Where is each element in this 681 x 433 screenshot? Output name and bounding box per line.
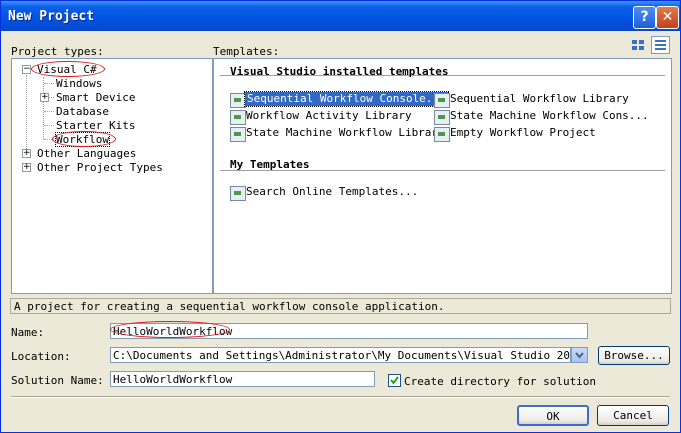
- search-online-icon: [230, 186, 246, 201]
- location-dropdown-button[interactable]: [571, 347, 588, 363]
- my-templates-heading: My Templates: [230, 158, 310, 171]
- annotation-circle-name: [110, 321, 230, 338]
- library-template-icon: [434, 93, 450, 108]
- tree-item-smart-device[interactable]: Smart Device: [56, 91, 135, 104]
- browse-button[interactable]: Browse...: [598, 346, 670, 365]
- installed-templates-heading: Visual Studio installed templates: [230, 65, 449, 78]
- title-bar: New Project ? ✕: [1, 1, 680, 31]
- chevron-down-icon: [575, 352, 584, 359]
- templates-list[interactable]: Visual Studio installed templates Sequen…: [213, 58, 672, 294]
- expand-other-languages-icon[interactable]: +: [22, 149, 31, 158]
- tree-item-other-project-types[interactable]: Other Project Types: [37, 161, 163, 174]
- large-icons-view-button[interactable]: [629, 37, 647, 53]
- project-types-label: Project types:: [11, 45, 104, 58]
- large-icons-view-icon: [632, 40, 644, 50]
- new-project-dialog: New Project ? ✕ Project types: Templates…: [0, 0, 681, 433]
- dialog-title: New Project: [8, 9, 95, 24]
- expand-other-project-types-icon[interactable]: +: [22, 163, 31, 172]
- tree-item-database[interactable]: Database: [56, 105, 109, 118]
- location-label: Location:: [11, 350, 71, 363]
- template-search-online[interactable]: Search Online Templates...: [246, 185, 418, 199]
- tree-item-other-languages[interactable]: Other Languages: [37, 147, 136, 160]
- name-label: Name:: [11, 326, 45, 339]
- template-workflow-activity-library[interactable]: Workflow Activity Library: [246, 109, 412, 123]
- collapse-visual-csharp-icon[interactable]: −: [22, 65, 31, 74]
- library-template-icon: [230, 127, 246, 142]
- create-directory-label[interactable]: Create directory for solution: [404, 375, 596, 388]
- tree-item-windows[interactable]: Windows: [56, 77, 102, 90]
- location-field[interactable]: C:\Documents and Settings\Administrator\…: [110, 347, 571, 363]
- checkmark-icon: [390, 376, 399, 385]
- template-empty-workflow-project[interactable]: Empty Workflow Project: [450, 126, 596, 140]
- project-types-tree[interactable]: − Visual C# Windows + Smart Device Datab…: [11, 58, 213, 294]
- annotation-circle-workflow: [52, 131, 116, 147]
- template-description: A project for creating a sequential work…: [10, 298, 671, 314]
- library-template-icon: [230, 110, 246, 125]
- ok-button[interactable]: OK: [517, 405, 589, 426]
- tree-item-starter-kits[interactable]: Starter Kits: [56, 119, 135, 132]
- console-template-icon: [434, 110, 450, 125]
- template-state-machine-workflow-console[interactable]: State Machine Workflow Cons...: [450, 109, 649, 123]
- small-icons-view-icon: [655, 40, 666, 50]
- template-state-machine-workflow-library[interactable]: State Machine Workflow Library: [246, 126, 445, 140]
- solution-name-field[interactable]: HelloWorldWorkflow: [110, 371, 375, 387]
- solution-name-label: Solution Name:: [11, 374, 104, 387]
- expand-smart-device-icon[interactable]: +: [40, 93, 49, 102]
- annotation-circle-visual-csharp: [31, 61, 105, 77]
- project-template-icon: [434, 127, 450, 142]
- console-template-icon: [230, 93, 246, 108]
- help-button[interactable]: ?: [633, 6, 656, 29]
- close-button[interactable]: ✕: [656, 6, 679, 29]
- cancel-button[interactable]: Cancel: [597, 405, 669, 426]
- template-sequential-workflow-library[interactable]: Sequential Workflow Library: [450, 92, 629, 106]
- template-sequential-workflow-console[interactable]: Sequential Workflow Console...: [244, 91, 449, 107]
- templates-label: Templates:: [213, 45, 280, 58]
- create-directory-checkbox[interactable]: [388, 374, 401, 387]
- small-icons-view-button[interactable]: [651, 36, 670, 54]
